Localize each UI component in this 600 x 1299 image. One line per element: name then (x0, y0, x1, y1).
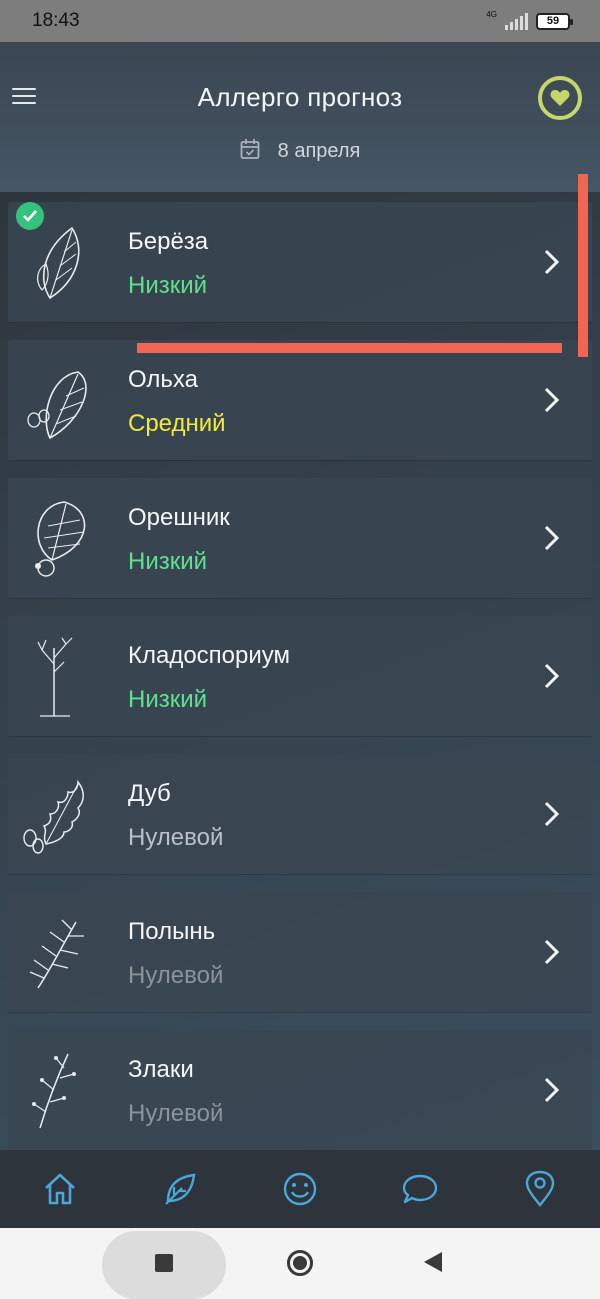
plant-level: Средний (128, 410, 226, 437)
heart-icon[interactable] (538, 76, 582, 120)
plant-name: Полынь (128, 918, 216, 945)
list-item-wormwood[interactable]: Полынь Нулевой (8, 892, 592, 1012)
system-nav-bar (0, 1228, 600, 1299)
list-item-hazel[interactable]: Орешник Низкий (8, 478, 592, 598)
plant-level: Низкий (128, 548, 208, 575)
signal-icon (505, 12, 528, 30)
date-label: 8 апреля (277, 140, 361, 162)
chevron-right-icon (544, 939, 560, 965)
plant-level: Нулевой (128, 1100, 224, 1127)
smile-icon[interactable] (277, 1166, 323, 1212)
app-screen: 18:43 4G 59 Аллерго прогноз 8 апреля Бер… (0, 0, 600, 1228)
plant-level: Низкий (128, 686, 208, 713)
plant-name: Орешник (128, 504, 230, 531)
plant-level: Нулевой (128, 962, 224, 989)
list-item-oak[interactable]: Дуб Нулевой (8, 754, 592, 874)
chevron-right-icon (544, 801, 560, 827)
plant-level: Низкий (128, 272, 208, 299)
leaf-icon[interactable] (157, 1166, 203, 1212)
chevron-right-icon (544, 249, 560, 275)
network-type: 4G (486, 10, 497, 19)
plant-name: Ольха (128, 366, 198, 393)
plant-name: Берёза (128, 228, 209, 255)
list-item-cladosporium[interactable]: Кладоспориум Низкий (8, 616, 592, 736)
plant-name: Кладоспориум (128, 642, 291, 669)
home-icon[interactable] (37, 1166, 83, 1212)
app-header: Аллерго прогноз 8 апреля (0, 42, 600, 192)
bottom-nav (0, 1150, 600, 1228)
status-icons: 4G 59 (486, 10, 573, 30)
hazel-leaf-icon (35, 501, 86, 577)
list-item-birch[interactable]: Берёза Низкий (8, 202, 592, 322)
chevron-right-icon (544, 387, 560, 413)
status-time: 18:43 (32, 10, 80, 31)
plant-level: Нулевой (128, 824, 224, 851)
back-icon[interactable] (424, 1252, 442, 1272)
recents-icon[interactable] (155, 1254, 173, 1272)
chevron-right-icon (544, 1077, 560, 1103)
annotation-mark-horizontal (137, 343, 562, 353)
chat-icon[interactable] (397, 1166, 443, 1212)
status-bar: 18:43 4G 59 (0, 0, 600, 42)
oak-leaf-icon (23, 779, 84, 854)
grass-icon (32, 1053, 76, 1129)
list-item-alder[interactable]: Ольха Средний (8, 340, 592, 460)
date-row[interactable]: 8 апреля (0, 138, 600, 165)
location-icon[interactable] (517, 1166, 563, 1212)
alder-leaf-icon (27, 371, 87, 440)
cladosporium-icon (37, 637, 73, 717)
plant-name: Злаки (128, 1056, 194, 1083)
annotation-mark-vertical (578, 174, 588, 357)
home-button-icon[interactable] (287, 1250, 313, 1276)
chevron-right-icon (544, 525, 560, 551)
chevron-right-icon (544, 663, 560, 689)
wormwood-icon (29, 919, 84, 989)
battery-level: 59 (546, 15, 560, 27)
birch-leaf-icon (37, 226, 80, 300)
page-title: Аллерго прогноз (197, 82, 403, 112)
battery-icon: 59 (536, 12, 573, 30)
calendar-icon (240, 138, 260, 165)
list-item-grasses[interactable]: Злаки Нулевой (8, 1030, 592, 1150)
plant-name: Дуб (128, 780, 171, 807)
